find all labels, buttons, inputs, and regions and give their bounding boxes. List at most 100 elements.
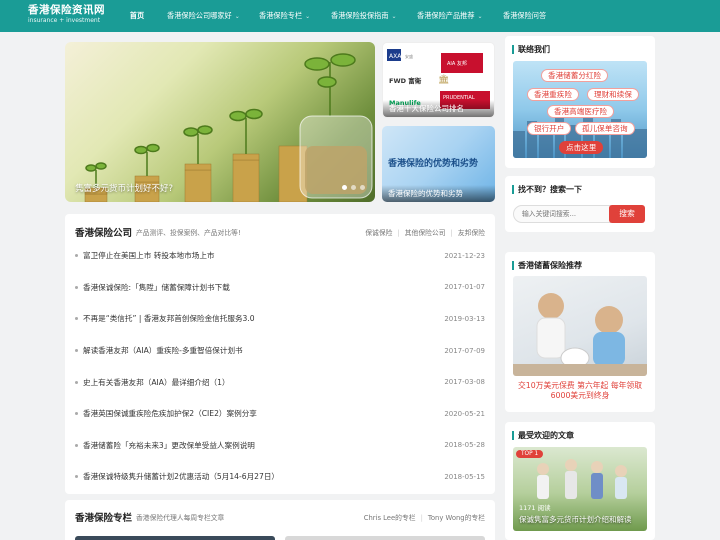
title-accent-bar: [512, 261, 514, 270]
nav-guide[interactable]: 香港保险投保指南 ⌄: [324, 0, 410, 32]
carousel-dot[interactable]: [351, 185, 356, 190]
list-item[interactable]: 不再是“类信托” | 香港友邦首创保险金信托服务3.0 2019-03-13: [75, 303, 485, 335]
service-pill[interactable]: 孤儿保单咨询: [575, 122, 635, 135]
article-date: 2020-05-21: [444, 409, 485, 418]
list-item[interactable]: 史上有关香港友邦（AIA）最详细介绍（1） 2017-03-08: [75, 366, 485, 398]
column-thumbnail[interactable]: [285, 536, 485, 540]
section-subtitle: 产品测评、投保案例、产品对比等!: [136, 229, 241, 237]
nav-companies[interactable]: 香港保险公司哪家好 ⌄: [160, 0, 252, 32]
title-accent-bar: [512, 45, 514, 54]
service-pill[interactable]: 香港重疾险: [527, 88, 579, 101]
section-title: 香港保险公司: [75, 228, 133, 239]
service-pill[interactable]: 理财和续保: [587, 88, 639, 101]
service-pill[interactable]: 银行开户: [527, 122, 572, 135]
bullet-icon: [75, 380, 78, 384]
carousel-dots[interactable]: [342, 185, 365, 190]
article-title: 香港保诚特级隽升储蓄计划2优惠活动（5月14-6月27日）: [83, 472, 280, 482]
savings-caption[interactable]: 交10万美元保费 第六年起 每年领取6000美元到终身: [513, 381, 647, 401]
contact-cta-button[interactable]: 点击这里: [559, 141, 604, 154]
carousel-dot[interactable]: [342, 185, 347, 190]
title-accent-bar: [512, 431, 514, 440]
article-date: 2018-05-15: [444, 472, 485, 481]
bullet-icon: [75, 285, 78, 289]
top-navbar: 香港保险资讯网 insurance + investment 首页 香港保险公司…: [0, 0, 720, 32]
nav-products-label: 香港保险产品推荐: [417, 11, 475, 20]
section-tags: Chris Lee的专栏 Tony Wong的专栏: [364, 512, 485, 522]
hero-banner[interactable]: 隽富多元货币计划好不好?: [65, 42, 375, 202]
article-title: 香港英国保诚重疾险危疾加护保2（CIE2）案例分享: [83, 409, 257, 419]
logo-title: 香港保险资讯网: [28, 4, 105, 16]
nav-qa-label: 香港保险问答: [503, 11, 547, 20]
bullet-icon: [75, 475, 78, 479]
service-pill[interactable]: 香港储蓄分红险: [541, 69, 609, 82]
rank-badge: TOP 1: [516, 450, 544, 458]
bullet-icon: [75, 317, 78, 321]
chevron-down-icon: ⌄: [234, 13, 240, 20]
side-card-banner-title: 香港保险的优势和劣势: [388, 159, 479, 169]
nav-guide-label: 香港保险投保指南: [331, 11, 389, 20]
search-button[interactable]: 搜索: [609, 205, 645, 223]
logo-subtitle: insurance + investment: [28, 17, 101, 24]
savings-title: 香港储蓄保险推荐: [518, 261, 582, 270]
list-item[interactable]: 香港保诚保险:「雋陞」储蓄保障计划书下载 2017-01-07: [75, 272, 485, 304]
contact-banner[interactable]: 香港储蓄分红险 香港重疾险 理财和续保 香港高端医疗险 银行开户 孤儿保单咨询 …: [513, 61, 647, 158]
nav-products[interactable]: 香港保险产品推荐 ⌄: [410, 0, 496, 32]
service-pill[interactable]: 香港高端医疗险: [547, 105, 615, 118]
article-list: 富卫停止在美国上市 转投本地市场上市 2021-12-23 香港保诚保险:「雋陞」…: [75, 240, 485, 493]
article-title: 香港保诚保险:「雋陞」储蓄保障计划书下载: [83, 282, 230, 292]
article-date: 2021-12-23: [444, 251, 485, 260]
side-card-caption: 香港保险的优势和劣势: [382, 185, 495, 202]
article-date: 2019-03-13: [444, 314, 485, 323]
bullet-icon: [75, 254, 78, 258]
article-date: 2017-03-08: [444, 378, 485, 387]
chevron-down-icon: ⌄: [305, 13, 311, 20]
bullet-icon: [75, 349, 78, 353]
kids-piggy-bank-image: [513, 293, 647, 376]
popular-article-image[interactable]: TOP 1 1171 阅读 保诚隽富多元货币计划介绍和解读: [513, 447, 647, 531]
search-input[interactable]: [513, 205, 611, 223]
svg-text:🏛: 🏛: [438, 74, 449, 85]
article-date: 2018-05-28: [444, 441, 485, 450]
savings-image[interactable]: [513, 276, 647, 376]
tag-tony-wong[interactable]: Tony Wong的专栏: [416, 512, 485, 522]
section-subtitle: 香港保险代理人每周专栏文章: [136, 514, 225, 522]
nav-column[interactable]: 香港保险专栏 ⌄: [252, 0, 324, 32]
main-nav: 首页 香港保险公司哪家好 ⌄ 香港保险专栏 ⌄ 香港保险投保指南 ⌄ 香港保险产品推荐…: [122, 0, 556, 32]
list-item[interactable]: 解读香港友邦（AIA）重疾险-多重智倍保计划书 2017-07-09: [75, 335, 485, 367]
svg-text:安盛: 安盛: [405, 53, 413, 59]
tag-aia[interactable]: 友邦保险: [446, 227, 485, 237]
hero-caption: 隽富多元货币计划好不好?: [75, 184, 174, 194]
bullet-icon: [75, 412, 78, 416]
nav-column-label: 香港保险专栏: [259, 11, 303, 20]
side-card-pros-cons[interactable]: 香港保险的优势和劣势 香港保险的优势和劣势: [382, 126, 495, 202]
site-logo[interactable]: 香港保险资讯网 insurance + investment: [28, 4, 105, 25]
list-item[interactable]: 香港保诚特级隽升储蓄计划2优惠活动（5月14-6月27日） 2018-05-15: [75, 461, 485, 493]
popular-article-caption: 保诚隽富多元货币计划介绍和解读: [519, 515, 632, 524]
nav-home[interactable]: 首页: [122, 0, 152, 32]
carousel-dot[interactable]: [360, 185, 365, 190]
bullet-icon: [75, 443, 78, 447]
list-item[interactable]: 香港储蓄险「充裕未来3」更改保单受益人案例说明 2018-05-28: [75, 430, 485, 462]
svg-text:FWD 富衛: FWD 富衛: [389, 76, 422, 85]
tag-prudential[interactable]: 保诚保险: [365, 227, 392, 237]
nav-qa[interactable]: 香港保险问答: [496, 0, 556, 32]
view-count: 1171 阅读: [519, 504, 551, 512]
section-tags: 保诚保险 其他保险公司 友邦保险: [365, 227, 485, 237]
section-title: 香港保险专栏: [75, 513, 133, 524]
article-title: 香港储蓄险「充裕未来3」更改保单受益人案例说明: [83, 440, 255, 450]
article-title: 解读香港友邦（AIA）重疾险-多重智倍保计划书: [83, 346, 243, 356]
tag-chris-lee[interactable]: Chris Lee的专栏: [364, 512, 416, 522]
chevron-down-icon: ⌄: [477, 13, 483, 20]
svg-text:AXA: AXA: [389, 53, 402, 60]
side-card-caption: 香港十大保险公司排名: [383, 100, 494, 117]
side-card-top-companies[interactable]: AXA 安盛 AIA 友邦 FWD 富衛 🏛 PRUDENTIAL Manuli…: [382, 42, 495, 118]
list-item[interactable]: 富卫停止在美国上市 转投本地市场上市 2021-12-23: [75, 240, 485, 272]
column-thumbnail[interactable]: [75, 536, 275, 540]
list-item[interactable]: 香港英国保诚重疾险危疾加护保2（CIE2）案例分享 2020-05-21: [75, 398, 485, 430]
nav-companies-label: 香港保险公司哪家好: [167, 11, 232, 20]
hero-image: [84, 53, 373, 202]
title-accent-bar: [512, 185, 514, 194]
tag-other-companies[interactable]: 其他保险公司: [392, 227, 446, 237]
chevron-down-icon: ⌄: [391, 13, 397, 20]
contact-title: 联络我们: [518, 45, 550, 54]
